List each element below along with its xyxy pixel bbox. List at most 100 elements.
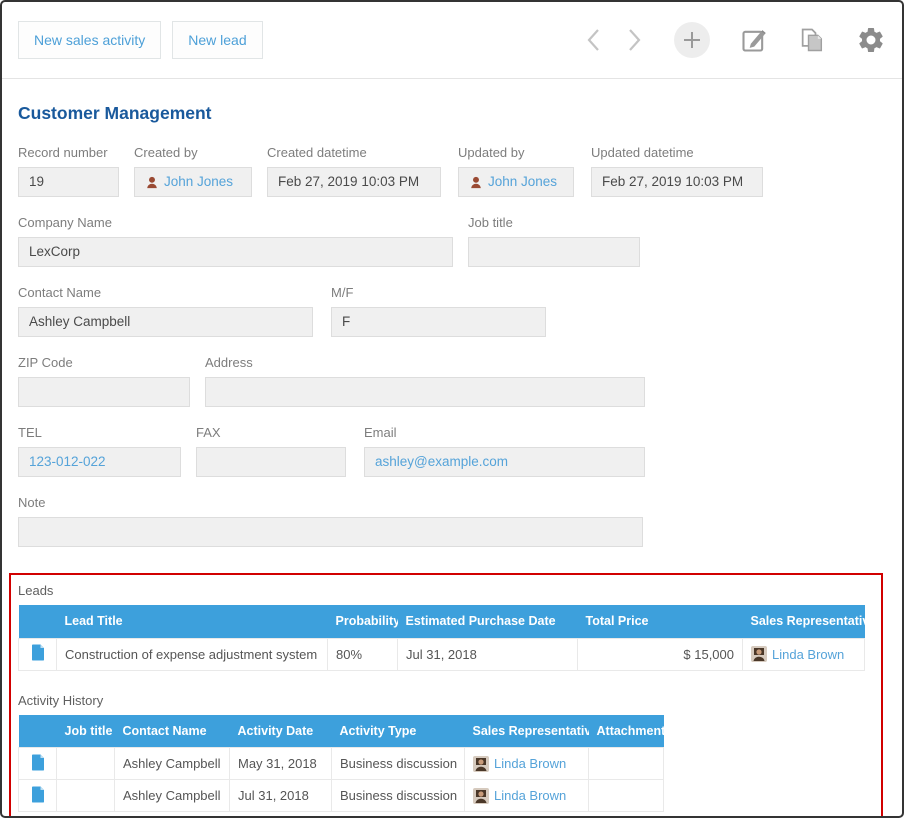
activity-attachment-cell [589,748,664,780]
field-label: Record number [18,145,119,160]
field-job-title: Job title [468,215,640,267]
field-company-name: Company Name LexCorp [18,215,453,267]
lead-probability-cell: 80% [328,638,398,670]
activity-header-sales-rep: Sales Representative [465,715,589,748]
created-by-user-link[interactable]: John Jones [164,168,233,196]
edit-record-icon[interactable] [740,26,768,54]
app-window: New sales activity New lead [0,0,904,818]
tel-link[interactable]: 123-012-022 [29,454,106,469]
toolbar-action-buttons: New sales activity New lead [18,21,274,59]
field-record-number: Record number 19 [18,145,119,197]
created-datetime-value: Feb 27, 2019 10:03 PM [267,167,441,197]
leads-header-total-price: Total Price [578,605,743,638]
leads-header-probability: Probability [328,605,398,638]
activity-header-row: Job title Contact Name Activity Date Act… [19,715,664,748]
zip-value [18,377,190,407]
activity-header-icon-col [19,715,57,748]
chevron-right-icon[interactable] [624,27,644,53]
document-icon [31,754,45,771]
activity-header-attachment: Attachment [589,715,664,748]
activity-header-type: Activity Type [332,715,465,748]
field-updated-datetime: Updated datetime Feb 27, 2019 10:03 PM [591,145,763,197]
activity-history-table: Job title Contact Name Activity Date Act… [18,715,664,813]
lead-date-cell: Jul 31, 2018 [398,638,578,670]
email-value: ashley@example.com [364,447,645,477]
field-label: TEL [18,425,181,440]
document-icon [31,786,45,803]
activity-table-row: Ashley Campbell May 31, 2018 Business di… [19,748,664,780]
leads-table: Lead Title Probability Estimated Purchas… [18,605,865,671]
field-label: Created datetime [267,145,441,160]
user-photo-avatar [473,788,489,804]
chevron-left-icon[interactable] [584,27,604,53]
new-sales-activity-button[interactable]: New sales activity [18,21,161,59]
activity-date-cell: May 31, 2018 [230,748,332,780]
activity-type-cell: Business discussion [332,748,465,780]
lead-rep-cell: Linda Brown [743,638,865,670]
leads-header-lead-title: Lead Title [57,605,328,638]
field-row-company: Company Name LexCorp Job title [18,215,886,267]
record-number-value: 19 [18,167,119,197]
activity-sales-rep-link[interactable]: Linda Brown [494,788,566,803]
updated-by-user-link[interactable]: John Jones [488,168,557,196]
updated-datetime-value: Feb 27, 2019 10:03 PM [591,167,763,197]
field-label: Company Name [18,215,453,230]
field-label: Updated by [458,145,574,160]
field-created-by: Created by John Jones [134,145,252,197]
gear-icon[interactable] [856,25,886,55]
activity-record-link[interactable] [19,780,57,812]
lead-price-cell: $ 15,000 [578,638,743,670]
activity-rep-cell: Linda Brown [465,748,589,780]
activity-type-cell: Business discussion [332,780,465,812]
lead-title-cell: Construction of expense adjustment syste… [57,638,328,670]
field-row-phone: TEL 123-012-022 FAX Email ashley@example… [18,425,886,477]
activity-header-job-title: Job title [57,715,115,748]
field-mf: M/F F [331,285,546,337]
field-email: Email ashley@example.com [364,425,645,477]
field-label: Contact Name [18,285,313,300]
document-icon [31,644,45,661]
leads-header-row: Lead Title Probability Estimated Purchas… [19,605,865,638]
user-photo-avatar [473,756,489,772]
contact-name-value: Ashley Campbell [18,307,313,337]
activity-header-date: Activity Date [230,715,332,748]
add-record-icon[interactable] [674,22,710,58]
job-title-value [468,237,640,267]
field-label: Job title [468,215,640,230]
field-fax: FAX [196,425,346,477]
copy-record-icon[interactable] [798,26,826,54]
activity-record-link[interactable] [19,748,57,780]
leads-table-row: Construction of expense adjustment syste… [19,638,865,670]
field-address: Address [205,355,645,407]
toolbar: New sales activity New lead [2,2,902,79]
record-detail: Customer Management Record number 19 Cre… [2,103,902,818]
field-label: Email [364,425,645,440]
field-zip: ZIP Code [18,355,190,407]
activity-sales-rep-link[interactable]: Linda Brown [494,756,566,771]
field-row-address: ZIP Code Address [18,355,886,407]
field-tel: TEL 123-012-022 [18,425,181,477]
field-row-note: Note [18,495,886,547]
created-by-value: John Jones [134,167,252,197]
highlighted-related-records-region: Leads Lead Title Probability Estimated P… [9,573,883,818]
leads-header-icon-col [19,605,57,638]
field-label: FAX [196,425,346,440]
field-row-meta: Record number 19 Created by John Jones C… [18,145,886,197]
field-label: Created by [134,145,252,160]
field-label: Updated datetime [591,145,763,160]
new-lead-button[interactable]: New lead [172,21,262,59]
record-toolbar-icons [564,22,886,58]
activity-table-row: Ashley Campbell Jul 31, 2018 Business di… [19,780,664,812]
activity-attachment-cell [589,780,664,812]
email-link[interactable]: ashley@example.com [375,454,508,469]
company-name-value: LexCorp [18,237,453,267]
user-photo-avatar [751,646,767,662]
field-label: M/F [331,285,546,300]
leads-header-sales-rep: Sales Representative [743,605,865,638]
field-label: Note [18,495,643,510]
lead-record-link[interactable] [19,638,57,670]
mf-value: F [331,307,546,337]
lead-sales-rep-link[interactable]: Linda Brown [772,647,844,662]
leads-header-est-purchase-date: Estimated Purchase Date [398,605,578,638]
user-avatar-icon [145,174,159,190]
